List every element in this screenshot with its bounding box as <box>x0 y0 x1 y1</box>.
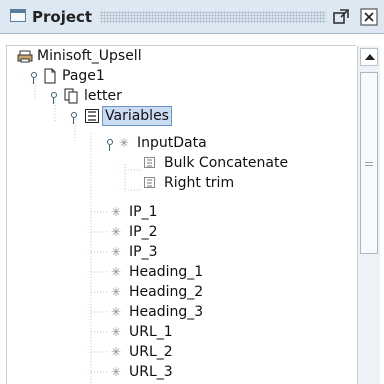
titlebar-grip[interactable] <box>100 11 326 23</box>
tree-item-url-1[interactable]: ✳ URL_1 <box>111 322 175 342</box>
tree-item-label: IP_2 <box>129 224 158 240</box>
expand-handle[interactable] <box>29 72 39 84</box>
tree-item-label: InputData <box>137 135 207 151</box>
tree-item-label: URL_2 <box>129 344 173 360</box>
tree-item-label: Page1 <box>62 68 105 84</box>
tree-item-heading-2[interactable]: ✳ Heading_2 <box>111 282 205 302</box>
tree-item-variables[interactable]: Variables <box>69 106 172 126</box>
tree-item-label: Variables <box>102 106 172 126</box>
expand-handle[interactable] <box>105 139 115 151</box>
scroll-up-button[interactable] <box>360 48 378 66</box>
project-panel: Project Minisoft_Upsell Page1 letter Var… <box>0 0 384 384</box>
asterisk-icon: ✳ <box>111 265 122 279</box>
tree-item-url-2[interactable]: ✳ URL_2 <box>111 342 175 362</box>
asterisk-icon: ✳ <box>119 136 130 150</box>
window-icon <box>10 9 26 22</box>
asterisk-icon: ✳ <box>111 345 122 359</box>
page-icon <box>44 68 56 84</box>
tree-item-page1[interactable]: Page1 <box>29 66 107 86</box>
tree-item-heading-1[interactable]: ✳ Heading_1 <box>111 262 205 282</box>
tree-item-letter[interactable]: letter <box>49 86 124 106</box>
expand-handle[interactable] <box>49 92 59 104</box>
tree-item-label: Heading_1 <box>129 264 204 280</box>
tree-item-label: Bulk Concatenate <box>164 155 289 171</box>
expand-handle[interactable] <box>69 112 79 124</box>
tree-item-ip-1[interactable]: ✳ IP_1 <box>111 202 159 222</box>
tree-item-heading-3[interactable]: ✳ Heading_3 <box>111 302 205 322</box>
asterisk-icon: ✳ <box>111 245 122 259</box>
tree-item-bulk-concatenate[interactable]: Bulk Concatenate <box>144 153 290 173</box>
asterisk-icon: ✳ <box>111 225 122 239</box>
vertical-scrollbar[interactable] <box>357 46 380 384</box>
tree-item-label: Heading_2 <box>129 284 204 300</box>
tree-item-ip-3[interactable]: ✳ IP_3 <box>111 242 159 262</box>
scroll-thumb[interactable] <box>360 72 378 254</box>
panel-titlebar: Project <box>0 0 384 34</box>
tree-item-label: IP_3 <box>129 244 158 260</box>
asterisk-icon: ✳ <box>111 325 122 339</box>
function-icon <box>144 177 155 188</box>
copy-icon <box>64 88 78 104</box>
tree-item-label: URL_3 <box>129 364 173 380</box>
tree-item-url-3[interactable]: ✳ URL_3 <box>111 362 175 382</box>
tree-item-label: Minisoft_Upsell <box>37 48 142 64</box>
tree-item-label: Heading_3 <box>129 304 204 320</box>
asterisk-icon: ✳ <box>111 205 122 219</box>
asterisk-icon: ✳ <box>111 285 122 299</box>
tree-item-right-trim[interactable]: Right trim <box>144 173 236 193</box>
maximize-icon[interactable] <box>332 8 350 26</box>
printer-icon <box>17 50 33 63</box>
function-icon <box>144 157 155 168</box>
variables-icon <box>85 109 99 123</box>
tree-item-label: IP_1 <box>129 204 158 220</box>
close-icon[interactable] <box>360 8 378 26</box>
project-tree[interactable]: Minisoft_Upsell Page1 letter Variables ✳… <box>6 45 356 384</box>
tree-item-minisoft-upsell[interactable]: Minisoft_Upsell <box>17 46 144 66</box>
tree-item-inputdata[interactable]: ✳ InputData <box>105 133 209 153</box>
asterisk-icon: ✳ <box>111 365 122 379</box>
tree-item-label: URL_1 <box>129 324 173 340</box>
tree-item-label: letter <box>84 88 122 104</box>
asterisk-icon: ✳ <box>111 305 122 319</box>
tree-item-ip-2[interactable]: ✳ IP_2 <box>111 222 159 242</box>
tree-item-label: Right trim <box>164 175 235 191</box>
panel-title: Project <box>32 8 93 26</box>
